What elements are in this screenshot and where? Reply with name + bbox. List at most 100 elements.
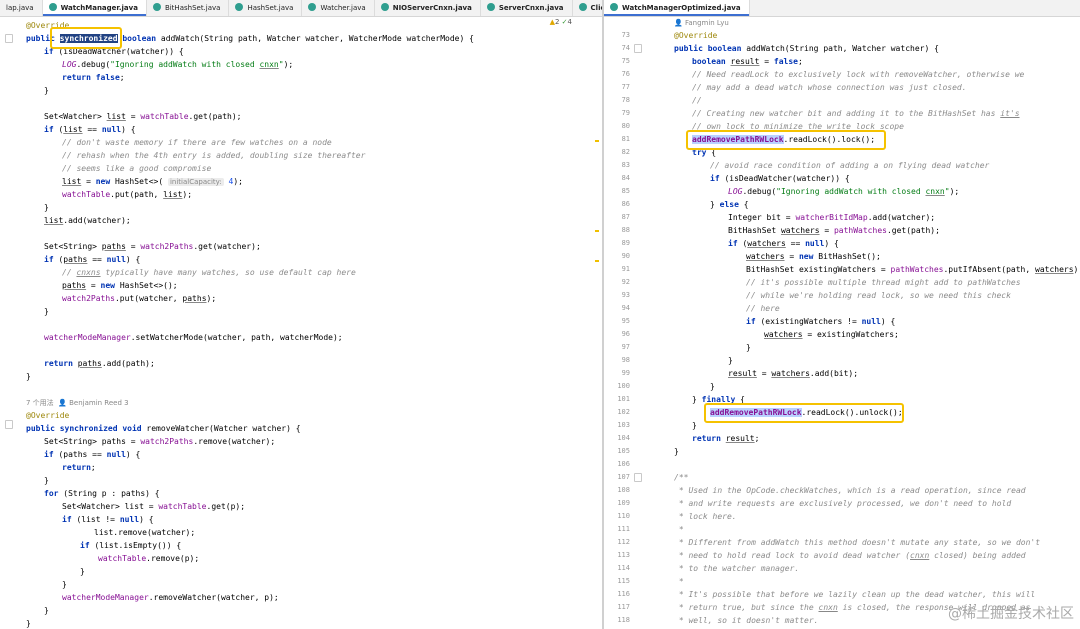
line-number: 92 — [621, 278, 630, 286]
line-number: 109 — [617, 499, 630, 507]
line-number: 105 — [617, 447, 630, 455]
line-number: 89 — [621, 239, 630, 247]
tab-watcher[interactable]: Watcher.java — [302, 0, 375, 16]
line-number: 103 — [617, 421, 630, 429]
tab-nioservercnxn[interactable]: NIOServerCnxn.java — [375, 0, 481, 16]
highlight-box-synchronized — [50, 27, 122, 49]
class-icon — [380, 3, 389, 11]
line-number: 102 — [617, 408, 630, 416]
line-number: 101 — [617, 395, 630, 403]
class-icon — [308, 3, 317, 11]
line-number: 88 — [621, 226, 630, 234]
code-line: } else { — [710, 200, 749, 209]
tab-label: ClientC — [590, 4, 602, 12]
code-line: } — [674, 447, 679, 456]
scroll-marker — [595, 230, 599, 232]
code-line: Set<Watcher> list = watchTable.get(path)… — [44, 112, 242, 121]
code-line: } — [44, 203, 49, 212]
code-line: } — [44, 307, 49, 316]
line-number: 75 — [621, 57, 630, 65]
code-line: * to the watcher manager. — [674, 564, 800, 573]
scroll-marker — [595, 140, 599, 142]
code-line: return paths.add(path); — [44, 359, 155, 368]
right-editor-pane[interactable]: WatchManagerOptimized.java 👤 Fangmin Lyu… — [604, 0, 1080, 629]
line-number: 108 — [617, 486, 630, 494]
fold-icon[interactable] — [5, 420, 13, 429]
code-line: * need to hold read lock to avoid dead w… — [674, 551, 1026, 560]
tab-lap[interactable]: lap.java — [0, 0, 43, 16]
class-icon — [152, 3, 161, 11]
code-line: } — [728, 356, 733, 365]
code-line: // don't waste memory if there are few w… — [62, 138, 332, 147]
left-editor-pane[interactable]: lap.java WatchManager.java BitHashSet.java… — [0, 0, 602, 629]
class-icon — [610, 3, 618, 11]
tab-watchmanager[interactable]: WatchManager.java — [42, 0, 147, 16]
tab-watchmanageroptimized[interactable]: WatchManagerOptimized.java — [604, 0, 750, 16]
code-line: if (isDeadWatcher(watcher)) { — [710, 174, 850, 183]
code-line: watchers = existingWatchers; — [764, 330, 899, 339]
author-name: Fangmin Lyu — [684, 19, 729, 27]
code-line: Set<String> paths = watch2Paths.remove(w… — [44, 437, 276, 446]
line-number: 113 — [617, 551, 630, 559]
line-number: 87 — [621, 213, 630, 221]
code-line: @Override — [674, 31, 718, 40]
tab-label: lap.java — [6, 4, 34, 12]
tab-bithashset[interactable]: BitHashSet.java — [147, 0, 230, 16]
code-line: if (isDeadWatcher(watcher)) { — [44, 47, 184, 56]
code-line: if (paths == null) { — [44, 450, 141, 459]
fold-icon[interactable] — [634, 473, 642, 482]
code-line: * Used in the OpCode.checkWatches, which… — [674, 486, 1026, 495]
tab-servercnxn[interactable]: ServerCnxn.java — [481, 0, 573, 16]
code-line: list.add(watcher); — [44, 216, 131, 225]
code-line: for (String p : paths) { — [44, 489, 160, 498]
code-line: Set<Watcher> list = watchTable.get(p); — [62, 502, 246, 511]
left-tab-bar: lap.java WatchManager.java BitHashSet.java… — [0, 0, 602, 17]
code-line: public boolean addWatch(String path, Wat… — [674, 44, 939, 53]
code-line: // rehash when the 4th entry is added, d… — [62, 151, 366, 160]
line-number: 117 — [617, 603, 630, 611]
tab-hashset[interactable]: HashSet.java — [229, 0, 303, 16]
code-line: * lock here. — [674, 512, 737, 521]
line-number: 110 — [617, 512, 630, 520]
usage-hint[interactable]: 7 个用法 👤 Benjamin Reed 3 — [26, 396, 602, 409]
line-number: 93 — [621, 291, 630, 299]
code-line: } — [80, 567, 85, 576]
code-line: watchers = new BitHashSet(); — [746, 252, 881, 261]
code-line: } — [710, 382, 715, 391]
code-line: BitHashSet existingWatchers = pathWatche… — [746, 265, 1080, 274]
code-line: } — [44, 476, 49, 485]
code-line: watchTable.remove(p); — [98, 554, 200, 563]
highlight-box-lock — [686, 130, 886, 150]
line-number: 99 — [621, 369, 630, 377]
code-line: if (existingWatchers != null) { — [746, 317, 896, 326]
line-number: 115 — [617, 577, 630, 585]
line-number: 112 — [617, 538, 630, 546]
code-line: @Override — [26, 411, 70, 420]
code-line: LOG.debug("Ignoring addWatch with closed… — [62, 60, 294, 69]
line-number: 94 — [621, 304, 630, 312]
fold-icon[interactable] — [5, 34, 13, 43]
line-number: 82 — [621, 148, 630, 156]
line-number: 84 — [621, 174, 630, 182]
code-line: if (list.isEmpty()) { — [80, 541, 182, 550]
code-line: // Creating new watcher bit and adding i… — [692, 109, 1020, 118]
code-line: /** — [674, 473, 689, 482]
code-line: return result; — [692, 434, 760, 443]
code-line: // may add a dead watch whose connection… — [692, 83, 967, 92]
line-number: 78 — [621, 96, 630, 104]
code-line: // here — [746, 304, 780, 313]
code-line: watcherModeManager.removeWatcher(watcher… — [62, 593, 279, 602]
line-number: 116 — [617, 590, 630, 598]
code-line: return; — [62, 463, 96, 472]
code-line: if (watchers == null) { — [728, 239, 839, 248]
line-number: 97 — [621, 343, 630, 351]
code-line: * It's possible that before we lazily cl… — [674, 590, 1036, 599]
tab-label: NIOServerCnxn.java — [392, 4, 472, 12]
line-number: 118 — [617, 616, 630, 624]
code-line: if (list != null) { — [62, 515, 154, 524]
tab-client[interactable]: ClientC — [573, 0, 602, 16]
code-line: public synchronized void removeWatcher(W… — [26, 424, 301, 433]
code-line: watch2Paths.put(watcher, paths); — [62, 294, 217, 303]
code-line: // avoid race condition of adding a on f… — [710, 161, 990, 170]
fold-icon[interactable] — [634, 44, 642, 53]
